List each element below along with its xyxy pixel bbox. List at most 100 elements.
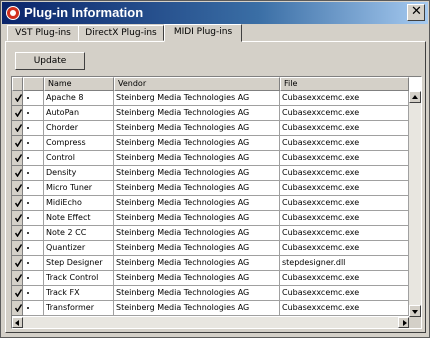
cell-file: Cubasexxcemc.exe [280,151,409,166]
vertical-scrollbar[interactable] [409,91,421,317]
table-row[interactable]: Compress Steinberg Media Technologies AG C… [12,136,409,151]
cell-vendor: Steinberg Media Technologies AG [114,256,280,271]
enabled-checkbox[interactable] [12,151,23,166]
column-header-vendor[interactable]: Vendor [114,77,280,91]
cell-file: Cubasexxcemc.exe [280,271,409,286]
update-button[interactable]: Update [15,52,85,70]
row-marker-dot [27,232,29,234]
table-row[interactable]: MidiEcho Steinberg Media Technologies AG C… [12,196,409,211]
row-marker-cell [23,256,44,271]
cell-name: Note 2 CC [44,226,114,241]
table-row[interactable]: Micro Tuner Steinberg Media Technologies … [12,181,409,196]
row-marker-cell [23,226,44,241]
close-button[interactable]: ✕ [407,4,425,21]
checkmark-icon [15,229,22,237]
table-row[interactable]: AutoPan Steinberg Media Technologies AG Cu… [12,106,409,121]
row-marker-dot [27,262,29,264]
arrow-right-icon [403,320,407,326]
cell-name: Step Designer [44,256,114,271]
enabled-checkbox[interactable] [12,106,23,121]
cell-file: Cubasexxcemc.exe [280,106,409,121]
scroll-left-button[interactable] [12,317,23,328]
enabled-checkbox[interactable] [12,301,23,316]
cell-file: stepdesigner.dll [280,256,409,271]
row-marker-dot [27,307,29,309]
title-bar[interactable]: Plug-in Information ✕ [2,2,428,24]
table-row[interactable]: Note 2 CC Steinberg Media Technologies AG… [12,226,409,241]
row-marker-dot [27,202,29,204]
table-row[interactable]: Step Designer Steinberg Media Technologie… [12,256,409,271]
table-row[interactable]: Quantizer Steinberg Media Technologies AG… [12,241,409,256]
row-marker-dot [27,157,29,159]
cell-file: Cubasexxcemc.exe [280,286,409,301]
enabled-checkbox[interactable] [12,271,23,286]
row-marker-cell [23,241,44,256]
cell-file: Cubasexxcemc.exe [280,166,409,181]
arrow-down-icon [412,310,418,314]
column-header-file[interactable]: File [280,77,409,91]
enabled-checkbox[interactable] [12,196,23,211]
enabled-checkbox[interactable] [12,166,23,181]
column-header-enabled[interactable] [12,77,23,91]
cell-vendor: Steinberg Media Technologies AG [114,151,280,166]
scroll-down-button[interactable] [409,305,421,317]
tab-midi-plugins[interactable]: MIDI Plug-ins [164,24,242,42]
checkmark-icon [15,169,22,177]
cell-name: Track Control [44,271,114,286]
checkmark-icon [15,139,22,147]
row-marker-cell [23,271,44,286]
checkmark-icon [15,184,22,192]
cubase-logo-icon [6,6,20,20]
cell-file: Cubasexxcemc.exe [280,211,409,226]
row-marker-dot [27,127,29,129]
cell-vendor: Steinberg Media Technologies AG [114,301,280,316]
checkmark-icon [15,244,22,252]
table-row[interactable]: Apache 8 Steinberg Media Technologies AG C… [12,91,409,106]
window-title: Plug-in Information [24,5,144,20]
enabled-checkbox[interactable] [12,91,23,106]
enabled-checkbox[interactable] [12,121,23,136]
column-header-marker[interactable] [23,77,44,91]
cell-name: Quantizer [44,241,114,256]
cell-name: Note Effect [44,211,114,226]
checkmark-icon [15,109,22,117]
cell-file: Cubasexxcemc.exe [280,301,409,316]
cell-name: Micro Tuner [44,181,114,196]
row-marker-cell [23,301,44,316]
enabled-checkbox[interactable] [12,181,23,196]
column-header-name[interactable]: Name [44,77,114,91]
cell-name: MidiEcho [44,196,114,211]
cell-name: Apache 8 [44,91,114,106]
enabled-checkbox[interactable] [12,256,23,271]
table-row[interactable]: Control Steinberg Media Technologies AG Cu… [12,151,409,166]
table-row[interactable]: Chorder Steinberg Media Technologies AG Cu… [12,121,409,136]
row-marker-cell [23,106,44,121]
enabled-checkbox[interactable] [12,211,23,226]
table-row[interactable]: Note Effect Steinberg Media Technologies … [12,211,409,226]
cell-vendor: Steinberg Media Technologies AG [114,166,280,181]
enabled-checkbox[interactable] [12,226,23,241]
cell-vendor: Steinberg Media Technologies AG [114,226,280,241]
row-marker-dot [27,112,29,114]
row-marker-cell [23,151,44,166]
row-marker-cell [23,181,44,196]
cell-name: Transformer [44,301,114,316]
horizontal-scrollbar[interactable] [12,317,409,328]
enabled-checkbox[interactable] [12,241,23,256]
tab-vst-plugins[interactable]: VST Plug-ins [7,25,79,41]
scroll-right-button[interactable] [398,317,409,328]
table-row[interactable]: Density Steinberg Media Technologies AG Cu… [12,166,409,181]
row-marker-cell [23,166,44,181]
close-icon: ✕ [411,4,422,19]
table-row[interactable]: Track FX Steinberg Media Technologies AG C… [12,286,409,301]
checkmark-icon [15,259,22,267]
enabled-checkbox[interactable] [12,136,23,151]
cell-file: Cubasexxcemc.exe [280,121,409,136]
table-row[interactable]: Track Control Steinberg Media Technologie… [12,271,409,286]
cell-vendor: Steinberg Media Technologies AG [114,181,280,196]
scroll-up-button[interactable] [409,91,421,103]
tab-directx-plugins[interactable]: DirectX Plug-ins [78,25,164,41]
enabled-checkbox[interactable] [12,286,23,301]
table-row[interactable]: Transformer Steinberg Media Technologies … [12,301,409,316]
checkmark-icon [15,124,22,132]
